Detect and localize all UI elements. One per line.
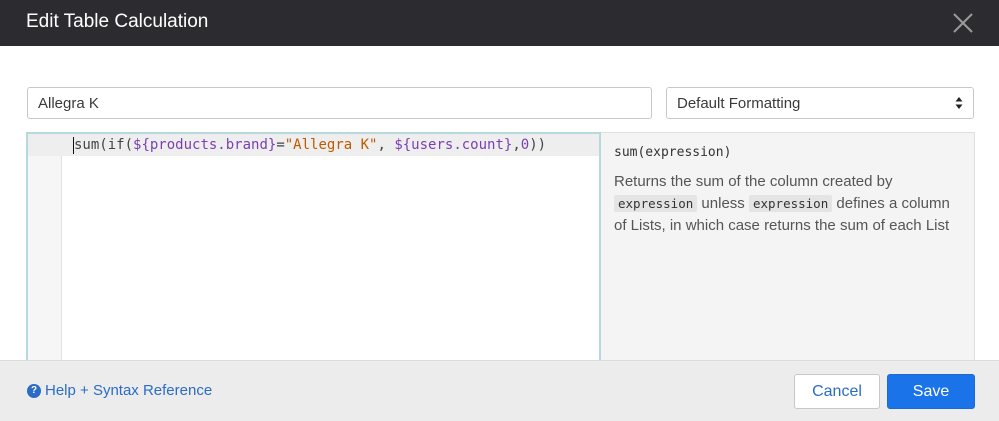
code-token-separator: , bbox=[512, 137, 521, 153]
code-line[interactable]: sum(if(${products.brand}="Allegra K", ${… bbox=[74, 137, 546, 153]
desc-text: Returns the sum of the column created by bbox=[614, 173, 893, 190]
code-token-function: sum(if( bbox=[74, 137, 134, 153]
desc-code: expression bbox=[748, 195, 833, 212]
help-link-label: Help + Syntax Reference bbox=[45, 382, 213, 399]
save-button[interactable]: Save bbox=[887, 374, 975, 409]
code-token-separator: , bbox=[377, 137, 395, 153]
close-button[interactable] bbox=[950, 10, 976, 36]
dialog-footer: ? Help + Syntax Reference Cancel Save bbox=[0, 360, 999, 421]
help-syntax-link[interactable]: ? Help + Syntax Reference bbox=[27, 382, 212, 399]
close-icon bbox=[953, 13, 973, 33]
code-token-string: "Allegra K" bbox=[284, 137, 378, 153]
code-token-field: ${users.count} bbox=[394, 137, 513, 153]
function-help-panel: sum(expression) Returns the sum of the c… bbox=[601, 132, 975, 372]
select-arrows-icon bbox=[955, 97, 963, 109]
code-token-number: 0 bbox=[520, 137, 530, 153]
calculation-name-input[interactable] bbox=[27, 87, 652, 119]
desc-code: expression bbox=[614, 195, 698, 212]
code-token-closing: )) bbox=[529, 137, 547, 153]
dialog-header: Edit Table Calculation bbox=[0, 0, 999, 46]
editor-gutter bbox=[28, 134, 62, 370]
code-token-operator: = bbox=[276, 137, 285, 153]
code-token-field: ${products.brand} bbox=[133, 137, 277, 153]
question-circle-icon: ? bbox=[27, 383, 41, 398]
dialog-body: Default Formatting sum(if(${products.bra… bbox=[0, 46, 999, 372]
function-signature: sum(expression) bbox=[614, 145, 732, 160]
cancel-button[interactable]: Cancel bbox=[794, 374, 880, 409]
expression-editor[interactable]: sum(if(${products.brand}="Allegra K", ${… bbox=[26, 132, 601, 372]
format-select[interactable]: Default Formatting bbox=[666, 87, 974, 119]
desc-text: unless bbox=[697, 195, 749, 212]
format-select-value: Default Formatting bbox=[677, 95, 801, 112]
function-description: Returns the sum of the column created by… bbox=[614, 171, 964, 237]
dialog-title: Edit Table Calculation bbox=[26, 11, 209, 32]
